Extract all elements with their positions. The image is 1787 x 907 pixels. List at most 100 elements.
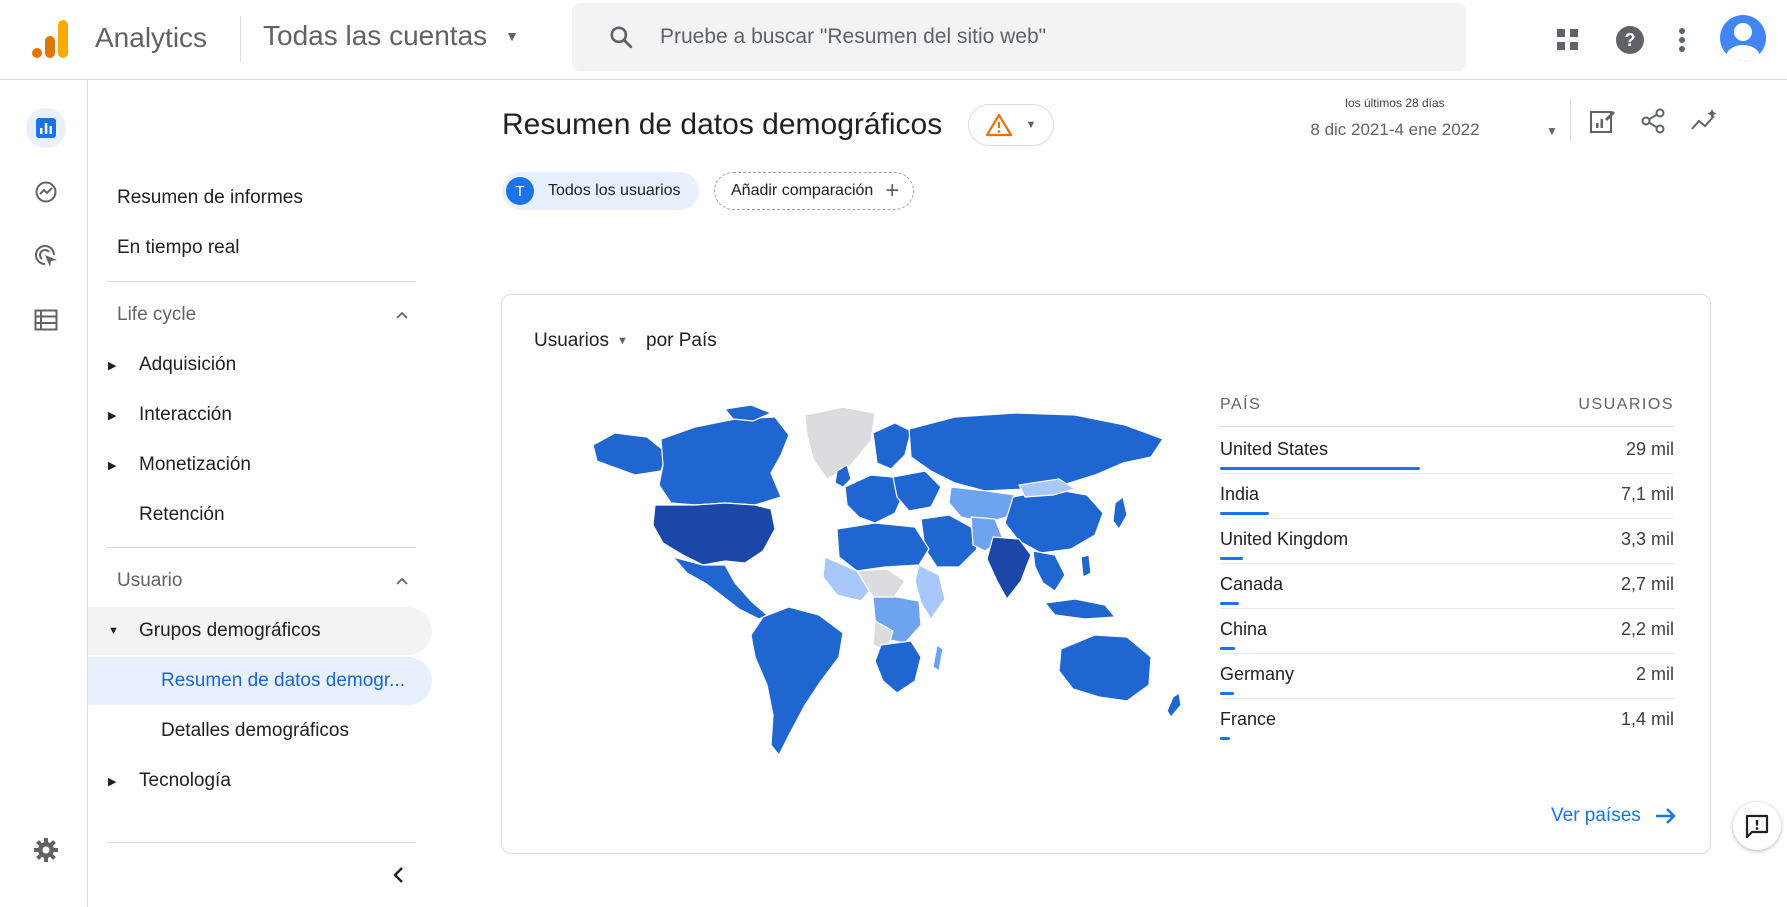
country-name: Canada [1220,574,1284,594]
nav-label: Grupos demográficos [139,620,321,641]
reports-icon[interactable] [26,108,66,148]
user-badge: T [506,177,534,205]
users-value: 29 mil [1625,439,1674,459]
nav-acquisition[interactable]: ▶ Adquisición [88,341,432,389]
map-region-australia [1058,634,1152,702]
map-region-north-africa [836,522,930,572]
nav-engagement[interactable]: ▶ Interacción [88,391,432,439]
table-row[interactable]: India 7,1 mil [1220,474,1674,519]
nav-label: En tiempo real [117,237,240,258]
nav-monetization[interactable]: ▶ Monetización [88,441,432,489]
country-name: China [1220,619,1268,639]
section-title: Usuario [117,570,183,591]
date-caption: los últimos 28 días [1345,96,1445,110]
table-header: PAÍS USUARIOS [1220,394,1674,426]
configure-list-icon[interactable] [26,300,66,340]
metric-selector[interactable]: Usuarios ▼ [534,330,628,352]
col-users: USUARIOS [1578,396,1674,413]
world-map[interactable] [575,405,1205,770]
triangle-right-icon: ▶ [108,775,117,788]
avatar[interactable] [1720,15,1766,61]
nav-label: Interacción [139,404,232,425]
comparison-chip-all-users[interactable]: T Todos los usuarios [502,172,699,210]
left-rail [0,80,88,907]
help-icon[interactable]: ? [1612,22,1648,58]
explore-icon[interactable] [26,172,66,212]
nav-label: Retención [139,504,225,525]
col-country: PAÍS [1220,396,1262,413]
nav-section-lifecycle[interactable]: Life cycle [88,291,432,339]
users-bar [1220,647,1235,650]
country-name: Germany [1220,664,1295,684]
nav-demographics-overview[interactable]: Resumen de datos demogr... [88,657,432,705]
date-range-picker[interactable]: los últimos 28 días 8 dic 2021-4 ene 202… [1300,96,1490,140]
nav-reports-snapshot[interactable]: Resumen de informes [88,174,432,222]
data-quality-dropdown[interactable]: ▼ [968,104,1054,146]
map-region-middle-east [920,514,978,568]
nav-realtime[interactable]: En tiempo real [88,224,432,272]
caret-down-icon: ▼ [505,28,519,44]
chip-label: Todos los usuarios [548,182,681,199]
country-name: France [1220,709,1277,729]
metric-label: Usuarios [534,330,609,351]
users-value: 1,4 mil [1620,709,1674,729]
account-selector[interactable]: Todas las cuentas ▼ [263,20,519,52]
arrow-right-icon [1655,808,1676,824]
nav-label: Resumen de datos demogr... [161,670,405,691]
table-row[interactable]: Germany 2 mil [1220,654,1674,699]
map-region-usa [652,502,776,566]
nav-label: Monetización [139,454,251,475]
map-region-southern-africa [874,640,922,694]
nav-retention[interactable]: Retención [88,491,432,539]
map-region-new-zealand [1166,692,1182,718]
search-input[interactable] [660,25,1440,49]
nav-demographics-details[interactable]: Detalles demográficos [88,707,432,755]
add-comparison-button[interactable]: Añadir comparación + [714,172,915,210]
search-bar[interactable] [572,3,1466,71]
table-row[interactable]: China 2,2 mil [1220,609,1674,654]
share-icon[interactable] [1636,104,1670,138]
triangle-right-icon: ▶ [108,359,117,372]
advertising-icon[interactable] [26,236,66,276]
map-region-madagascar [932,644,944,672]
users-bar [1220,512,1269,515]
table-row[interactable]: United Kingdom 3,3 mil [1220,519,1674,564]
more-vert-icon[interactable] [1664,22,1700,58]
nav-label: Adquisición [139,354,237,375]
nav-demographics[interactable]: ▼ Grupos demográficos [88,607,432,655]
customize-report-icon[interactable] [1585,104,1619,138]
apps-icon[interactable] [1550,22,1586,58]
caret-down-icon[interactable]: ▼ [1546,124,1558,138]
nav-technology[interactable]: ▶ Tecnología [88,757,432,805]
product-name: Analytics [95,22,208,53]
map-region-eastern-europe [892,470,942,512]
divider [240,16,241,62]
table-row[interactable]: France 1,4 mil [1220,699,1674,744]
map-region-south-america [750,606,844,756]
dimension-label: por País [646,330,717,351]
triangle-right-icon: ▶ [108,409,117,422]
view-countries-link[interactable]: Ver países [1551,805,1677,827]
table-row[interactable]: United States 29 mil [1220,429,1674,474]
settings-gear-icon[interactable] [26,830,66,870]
nav-section-user[interactable]: Usuario [88,557,432,605]
map-region-india [986,536,1032,600]
feedback-button[interactable] [1733,802,1781,850]
caret-down-icon: ▼ [616,335,628,347]
table-divider [1220,426,1674,427]
person-icon [1726,23,1760,61]
search-icon [610,26,633,49]
map-region-philippines [1080,554,1092,578]
map-region-greenland [804,406,876,480]
country-name: United Kingdom [1220,529,1349,549]
top-bar: Analytics Todas las cuentas ▼ ? [0,0,1787,80]
plus-icon: + [885,177,900,204]
nav-label: Detalles demográficos [161,720,349,741]
insights-icon[interactable] [1688,104,1722,138]
table-row[interactable]: Canada 2,7 mil [1220,564,1674,609]
users-bar [1220,467,1420,470]
analytics-logo[interactable] [32,18,70,60]
country-name: United States [1220,439,1329,459]
chevron-left-icon[interactable] [384,860,414,890]
users-bar [1220,737,1230,740]
